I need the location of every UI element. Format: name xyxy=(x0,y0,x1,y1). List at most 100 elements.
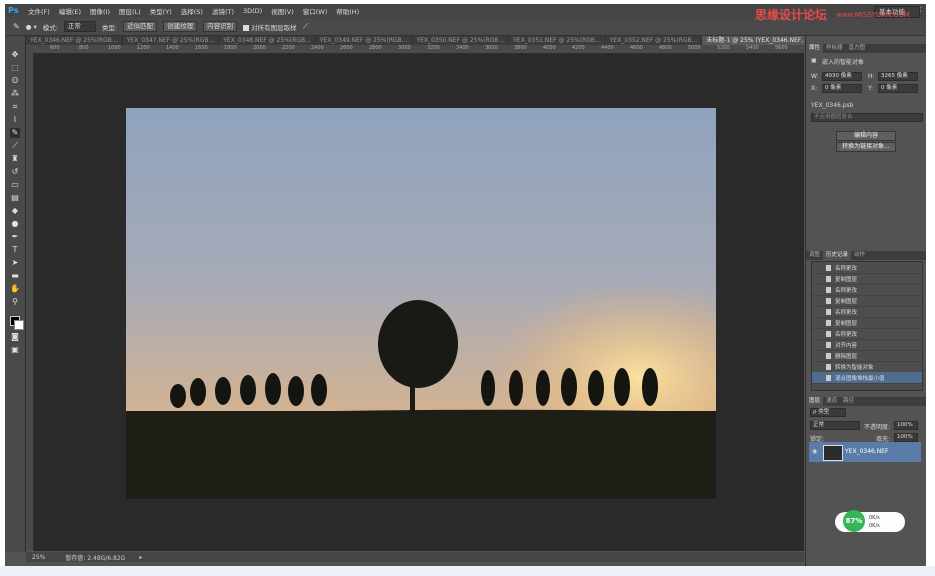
content-aware-button[interactable]: 内容识别 xyxy=(203,21,238,32)
visibility-eye-icon[interactable]: ◉ xyxy=(812,448,817,455)
proximity-match-button[interactable]: 近似匹配 xyxy=(123,21,158,32)
dodge-icon[interactable]: ● xyxy=(10,219,20,229)
doc-tab[interactable]: YEX_0348.NEF @ 25%(RGB... xyxy=(219,36,316,45)
perf-percent[interactable]: 87% xyxy=(843,510,865,532)
tab-layers[interactable]: 图层 xyxy=(806,397,824,406)
layer-row[interactable]: ◉ YEX_0346.NEF xyxy=(809,442,921,462)
canvas-area[interactable] xyxy=(34,54,804,551)
pen-icon[interactable]: ✒ xyxy=(10,232,20,242)
layer-name[interactable]: YEX_0346.NEF xyxy=(845,448,888,455)
width-field[interactable]: 4930 像素 xyxy=(822,72,862,81)
sample-all-label: 对所有图层取样 xyxy=(251,23,297,32)
doc-tab[interactable]: YEX_0351.NEF @ 25%(RGB... xyxy=(509,36,606,45)
tab-properties[interactable]: 属性 xyxy=(806,44,824,53)
menu-3d[interactable]: 3D(D) xyxy=(243,7,262,15)
menu-window[interactable]: 窗口(W) xyxy=(303,6,328,16)
tab-histogram[interactable]: 直方图 xyxy=(846,44,869,53)
history-item-label: 复制图层 xyxy=(835,276,858,283)
document-image[interactable] xyxy=(126,108,716,499)
height-field[interactable]: 3265 像素 xyxy=(878,72,918,81)
doc-info[interactable]: 暂存盘: 2.48G/6.82G xyxy=(65,553,125,562)
move-icon[interactable]: ✥ xyxy=(10,50,20,60)
history-item-label: 转换为智能对象 xyxy=(835,364,874,371)
history-item-label: 名称更改 xyxy=(835,287,858,294)
doc-tab[interactable]: YEX_0346.NEF @ 25%(RGB... xyxy=(26,36,123,45)
eyedropper-icon[interactable]: ⌇ xyxy=(10,115,20,125)
menu-layer[interactable]: 图层(L) xyxy=(119,6,141,16)
menu-edit[interactable]: 编辑(E) xyxy=(59,6,81,16)
background-color-swatch[interactable] xyxy=(14,320,24,330)
mode-select[interactable]: 正常 xyxy=(63,21,96,32)
ruler-tick-label: 2600 xyxy=(340,45,353,51)
spot-healing-brush-icon[interactable]: ✎ xyxy=(13,22,20,31)
download-speed: 0K/s xyxy=(869,523,880,529)
ruler-tick-label: 2200 xyxy=(282,45,295,51)
doc-tab[interactable]: YEX_0350.NEF @ 25%(RGB... xyxy=(413,36,510,45)
layer-comp-select[interactable]: 不应用图层复合 xyxy=(811,113,923,122)
doc-tab[interactable]: YEX_0347.NEF @ 25%(RGB... xyxy=(123,36,220,45)
properties-title: 嵌入的智能对象 xyxy=(822,59,865,66)
menu-select[interactable]: 选择(S) xyxy=(181,6,203,16)
tab-history[interactable]: 历史记录 xyxy=(823,251,852,260)
lasso-icon[interactable]: ʘ xyxy=(10,76,20,86)
gradient-icon[interactable]: ▤ xyxy=(10,193,20,203)
tab-paths[interactable]: 路径 xyxy=(840,397,857,406)
layer-filter-select[interactable]: ρ 类型 xyxy=(810,408,846,417)
edit-contents-button[interactable]: 编辑内容 xyxy=(836,131,896,141)
marquee-icon[interactable]: ⬚ xyxy=(10,63,20,73)
doc-tab[interactable]: YEX_0349.NEF @ 25%(RGB... xyxy=(316,36,413,45)
eraser-icon[interactable]: ▭ xyxy=(10,180,20,190)
history-state-icon xyxy=(826,330,831,337)
healing-brush-icon[interactable]: ✎ xyxy=(10,128,20,138)
path-select-icon[interactable]: ➤ xyxy=(10,258,20,268)
status-menu-arrow-icon[interactable]: ▸ xyxy=(139,554,142,561)
history-item-label: 删除图层 xyxy=(835,353,858,360)
upload-speed: 0K/s xyxy=(869,515,880,521)
brush-size-picker[interactable]: ● ▾ xyxy=(26,23,37,31)
menu-file[interactable]: 文件(F) xyxy=(28,6,50,16)
y-label: Y: xyxy=(868,85,873,92)
ruler-tick-label: 3200 xyxy=(427,45,440,51)
tab-actions[interactable]: 动作 xyxy=(851,251,868,260)
brush-icon[interactable]: ⟋ xyxy=(10,141,20,151)
horizontal-ruler: 600 800 1000 1200 1400 1600 1800 2000 2200 2400 26… xyxy=(26,45,804,54)
ruler-tick-label: 4800 xyxy=(659,45,672,51)
sample-all-layers-checkbox[interactable]: 对所有图层取样 xyxy=(243,22,297,32)
history-state-icon xyxy=(826,275,831,282)
doc-tab[interactable]: YEX_0352.NEF @ 25%(RGB... xyxy=(606,36,703,45)
crop-icon[interactable]: ⌗ xyxy=(10,102,20,112)
convert-to-linked-button[interactable]: 转换为链接对象... xyxy=(836,142,896,152)
opacity-field[interactable]: 100% xyxy=(894,421,918,430)
ruler-tick-label: 2400 xyxy=(311,45,324,51)
menu-filter[interactable]: 滤镜(T) xyxy=(212,6,234,16)
tab-adjustments[interactable]: 调整 xyxy=(806,251,823,260)
hand-icon[interactable]: ✋ xyxy=(10,284,20,294)
menu-type[interactable]: 类型(Y) xyxy=(150,6,172,16)
x-field[interactable]: 0 像素 xyxy=(822,84,862,93)
clone-stamp-icon[interactable]: ♜ xyxy=(10,154,20,164)
type-icon[interactable]: T xyxy=(10,245,20,255)
zoom-icon[interactable]: ⚲ xyxy=(10,297,20,307)
blend-mode-select[interactable]: 正常 xyxy=(810,421,860,430)
menu-view[interactable]: 视图(V) xyxy=(271,6,294,16)
history-brush-icon[interactable]: ↺ xyxy=(10,167,20,177)
y-field[interactable]: 0 像素 xyxy=(878,84,918,93)
tab-swatches[interactable]: 样板器 xyxy=(823,44,846,53)
quick-mask-icon[interactable]: ◙ xyxy=(10,332,20,342)
screen-mode-icon[interactable]: ▣ xyxy=(10,345,20,355)
history-item-label: 混合图像堆栈最小值 xyxy=(835,375,885,382)
fill-field[interactable]: 100% xyxy=(894,433,918,442)
rectangle-icon[interactable]: ▬ xyxy=(10,271,20,281)
zoom-level[interactable]: 25% xyxy=(32,554,45,561)
tab-channels[interactable]: 通道 xyxy=(823,397,840,406)
ruler-tick-label: 1800 xyxy=(224,45,237,51)
pressure-icon[interactable]: ⟋ xyxy=(303,22,309,32)
history-item-selected[interactable]: 混合图像堆栈最小值 xyxy=(812,372,922,384)
quick-select-icon[interactable]: ⁂ xyxy=(10,89,20,99)
document-tabs: YEX_0346.NEF @ 25%(RGB... YEX_0347.NEF @… xyxy=(26,36,842,45)
menu-image[interactable]: 图像(I) xyxy=(90,6,110,16)
menu-help[interactable]: 帮助(H) xyxy=(336,6,359,16)
blur-icon[interactable]: ◆ xyxy=(10,206,20,216)
right-panels: 属性 样板器 直方图 ▣ 嵌入的智能对象 W: 4930 像素 H: 3265 … xyxy=(805,36,926,567)
create-texture-button[interactable]: 创建纹理 xyxy=(163,21,198,32)
